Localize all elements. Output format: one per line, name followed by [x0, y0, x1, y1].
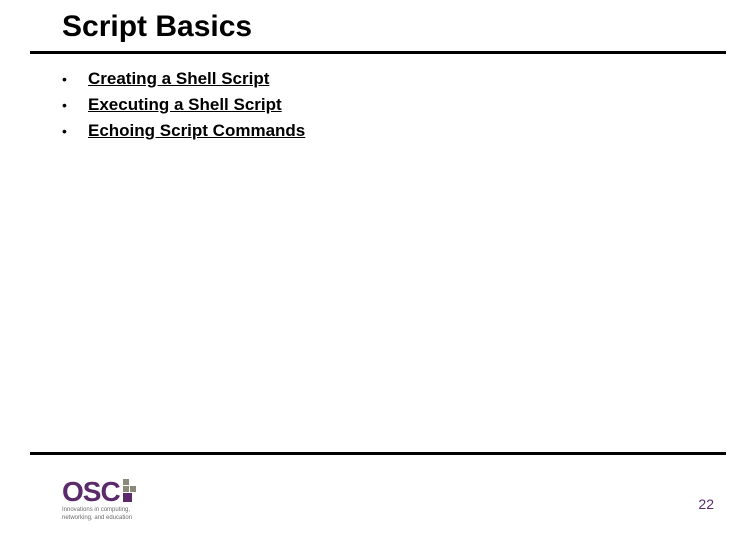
- bullet-link-echoing[interactable]: Echoing Script Commands: [88, 120, 305, 142]
- list-item: • Executing a Shell Script: [60, 94, 756, 116]
- page-number: 22: [698, 496, 714, 512]
- footer-divider: [30, 452, 726, 455]
- bullet-link-creating[interactable]: Creating a Shell Script: [88, 68, 269, 90]
- list-item: • Echoing Script Commands: [60, 120, 756, 142]
- logo-tagline: Innovations in computing,: [62, 507, 136, 514]
- bullet-list: • Creating a Shell Script • Executing a …: [0, 54, 756, 142]
- slide-title: Script Basics: [62, 10, 756, 44]
- slide: Script Basics • Creating a Shell Script …: [0, 0, 756, 540]
- logo-main: OSC: [62, 478, 136, 506]
- bullet-icon: •: [60, 94, 88, 116]
- logo-mark-icon: [122, 479, 136, 503]
- logo-text: OSC: [62, 478, 120, 506]
- list-item: • Creating a Shell Script: [60, 68, 756, 90]
- bullet-link-executing[interactable]: Executing a Shell Script: [88, 94, 282, 116]
- title-area: Script Basics: [0, 0, 756, 48]
- logo-tagline: networking, and education: [62, 515, 136, 522]
- bullet-icon: •: [60, 120, 88, 142]
- logo: OSC Innovations in computing, networking…: [62, 478, 136, 522]
- bullet-icon: •: [60, 68, 88, 90]
